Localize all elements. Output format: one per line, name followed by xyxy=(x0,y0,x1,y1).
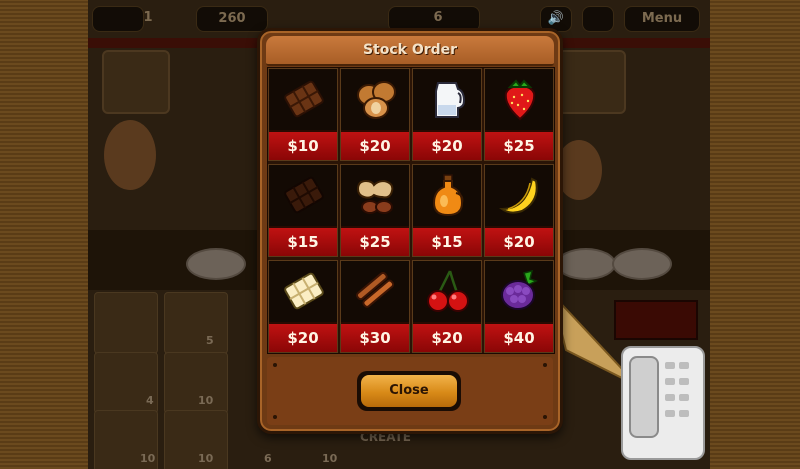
phone-key xyxy=(679,394,689,401)
stock-item-milk[interactable]: $20 xyxy=(412,68,482,161)
stock-item-banana[interactable]: $20 xyxy=(484,164,554,257)
phone-key xyxy=(679,362,689,369)
inventory-count: 10 xyxy=(140,452,156,465)
item-price: $15 xyxy=(413,226,481,256)
hud-count: 6 xyxy=(433,10,443,25)
phone-key xyxy=(665,362,675,369)
inventory-count: 10 xyxy=(198,452,214,465)
strawberry-icon xyxy=(504,79,536,121)
cinnamon-icon xyxy=(356,271,395,308)
item-price: $20 xyxy=(413,130,481,160)
hud-day: 1 xyxy=(143,10,153,25)
stock-item-blackberry[interactable]: $40 xyxy=(484,260,554,353)
phone-key xyxy=(665,410,675,417)
milk-jug-icon xyxy=(435,82,466,118)
banana-icon xyxy=(498,177,538,214)
plate xyxy=(186,248,246,280)
menu-button[interactable]: Menu xyxy=(624,6,700,32)
stock-item-peanuts[interactable]: $25 xyxy=(340,164,410,257)
item-price: $20 xyxy=(413,322,481,352)
plate xyxy=(612,248,672,280)
item-price: $15 xyxy=(269,226,337,256)
dialog-header: Stock Order xyxy=(266,36,554,66)
syrup-bottle-icon xyxy=(432,174,464,217)
inventory-slot[interactable] xyxy=(164,410,228,469)
hazelnut-icon xyxy=(357,81,396,119)
dialog-title: Stock Order xyxy=(362,42,458,58)
telephone[interactable] xyxy=(621,346,705,460)
stock-item-hazelnuts[interactable]: $20 xyxy=(340,68,410,161)
item-price: $20 xyxy=(485,226,553,256)
phone-handset[interactable] xyxy=(629,356,659,438)
customer-left xyxy=(104,120,156,190)
order-ticket-right xyxy=(558,50,626,114)
plate xyxy=(556,248,616,280)
inventory-slot[interactable] xyxy=(94,292,158,354)
inventory-count: 10 xyxy=(198,394,214,407)
item-price: $30 xyxy=(341,322,409,352)
stock-item-milk-chocolate[interactable]: $10 xyxy=(268,68,338,161)
stock-item-strawberry[interactable]: $25 xyxy=(484,68,554,161)
white-chocolate-icon xyxy=(284,272,324,310)
settings-button[interactable] xyxy=(582,6,614,32)
stock-item-grid: $10 $20 $20 $25 $15 $25 $15 $20 $20 $30 … xyxy=(267,67,555,354)
stock-item-dark-chocolate[interactable]: $15 xyxy=(268,164,338,257)
inventory-count: 10 xyxy=(322,452,338,465)
dark-chocolate-icon xyxy=(284,176,324,214)
close-button[interactable]: Close xyxy=(357,371,461,411)
rivet xyxy=(273,415,277,419)
item-price: $20 xyxy=(341,130,409,160)
left-border-stripe xyxy=(0,0,88,469)
chocolate-bar-icon xyxy=(284,80,324,118)
stock-item-white-chocolate[interactable]: $20 xyxy=(268,260,338,353)
peanut-icon xyxy=(356,179,394,214)
inventory-slot[interactable] xyxy=(164,352,228,414)
blackberry-icon xyxy=(501,269,538,310)
inventory-count: 5 xyxy=(206,334,214,347)
inventory-count: 6 xyxy=(264,452,272,465)
stock-item-cherries[interactable]: $20 xyxy=(412,260,482,353)
stock-item-cinnamon[interactable]: $30 xyxy=(340,260,410,353)
item-price: $20 xyxy=(269,322,337,352)
inventory-slot[interactable] xyxy=(164,292,228,354)
phone-key xyxy=(679,378,689,385)
stock-item-syrup[interactable]: $15 xyxy=(412,164,482,257)
rivet xyxy=(543,363,547,367)
rivet xyxy=(543,415,547,419)
item-price: $40 xyxy=(485,322,553,352)
phone-key xyxy=(679,410,689,417)
rivet xyxy=(273,363,277,367)
item-price: $10 xyxy=(269,130,337,160)
item-price: $25 xyxy=(485,130,553,160)
item-price: $25 xyxy=(341,226,409,256)
phone-key xyxy=(665,394,675,401)
hud-money: 260 xyxy=(196,6,268,32)
stock-order-dialog: Stock Order $10 $20 $20 $25 $15 $25 $15 … xyxy=(257,28,563,434)
close-button-label: Close xyxy=(361,375,457,407)
right-border-stripe xyxy=(710,0,800,469)
order-ticket xyxy=(102,50,170,114)
phone-key xyxy=(665,378,675,385)
inventory-count: 4 xyxy=(146,394,154,407)
cherry-icon xyxy=(427,270,469,312)
